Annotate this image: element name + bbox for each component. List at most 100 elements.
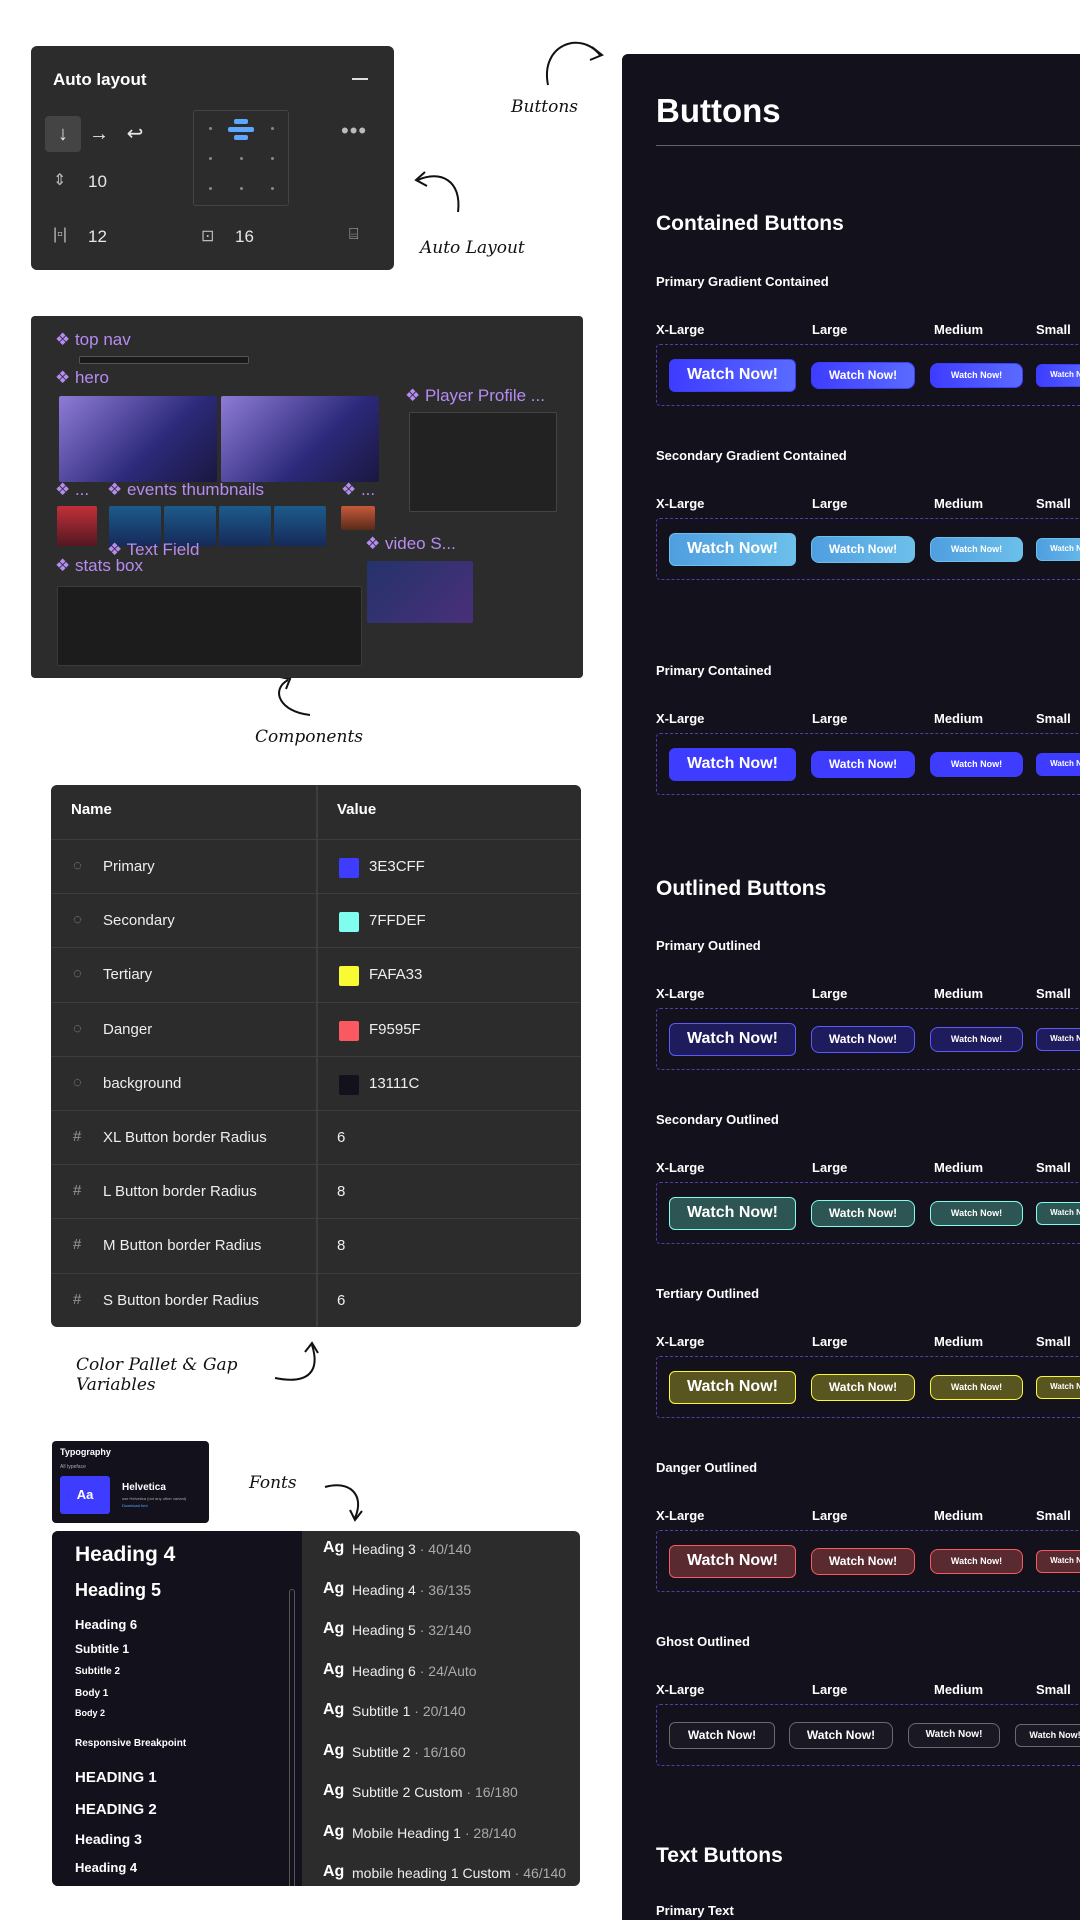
watch-now-button[interactable]: Watch Now! <box>669 1022 796 1056</box>
variable-value[interactable]: 6 <box>337 1129 345 1146</box>
watch-now-button[interactable]: Watch Now! <box>669 532 796 566</box>
watch-now-button[interactable]: Watch Now! <box>930 1026 1023 1052</box>
buttons-board: Buttons Contained Buttons Primary Gradien… <box>622 54 1080 1920</box>
watch-now-button[interactable]: Watch Now! <box>789 1721 893 1749</box>
variable-value[interactable]: F9595F <box>369 1021 421 1038</box>
independent-padding-icon[interactable]: ⌸ <box>349 226 359 244</box>
horizontal-padding-value[interactable]: 12 <box>88 227 107 247</box>
top-nav-thumbnail[interactable] <box>79 356 249 364</box>
preview-scrollbar[interactable] <box>289 1589 295 1886</box>
direction-horizontal-icon[interactable]: → <box>81 116 117 152</box>
variable-value[interactable]: 13111C <box>369 1075 419 1092</box>
component-label-stats-box[interactable]: ❖ stats box <box>55 556 143 576</box>
variable-row[interactable]: # XL Button border Radius 6 <box>51 1110 581 1164</box>
button-group-label: Secondary Gradient Contained <box>656 448 847 463</box>
size-label: Medium <box>934 711 984 726</box>
hero-thumbnail-2[interactable] <box>221 396 379 482</box>
component-label-video[interactable]: ❖ video S... <box>365 534 456 554</box>
watch-now-button[interactable]: Watch Now! <box>669 1721 775 1749</box>
number-icon: # <box>73 1236 82 1254</box>
watch-now-button[interactable]: Watch N <box>1036 1201 1080 1225</box>
watch-now-button[interactable]: Watch Now! <box>669 1544 796 1578</box>
component-label-events-thumbnails[interactable]: ❖ events thumbnails <box>107 480 264 500</box>
board-title: Buttons <box>656 92 781 129</box>
text-style-meta: 28/140 <box>473 1824 517 1841</box>
watch-now-button[interactable]: Watch Now! <box>908 1722 1000 1748</box>
watch-now-button[interactable]: Watch N <box>1036 363 1080 387</box>
variable-row[interactable]: ◌ background 13111C <box>51 1055 581 1110</box>
variable-value[interactable]: FAFA33 <box>369 966 422 983</box>
player-profile-thumbnail[interactable] <box>409 412 557 512</box>
variable-name: Danger <box>103 1020 153 1038</box>
watch-now-button[interactable]: Watch Now! <box>930 1374 1023 1400</box>
gap-value[interactable]: 10 <box>88 172 107 192</box>
text-style-item[interactable]: mobile heading 1 Custom · 46/140 <box>352 1865 566 1881</box>
variable-value[interactable]: 6 <box>337 1292 345 1309</box>
typography-sample: Subtitle 2 <box>75 1666 121 1677</box>
component-label-events-prefix[interactable]: ❖ ... <box>55 480 89 500</box>
watch-now-button[interactable]: Watch Now! <box>811 361 915 389</box>
variable-value[interactable]: 8 <box>337 1183 345 1200</box>
text-style-item[interactable]: Subtitle 2 Custom · 16/180 <box>352 1784 518 1800</box>
variable-value[interactable]: 3E3CFF <box>369 858 425 875</box>
video-thumbnail[interactable] <box>367 561 473 623</box>
watch-now-button[interactable]: Watch Now! <box>811 750 915 778</box>
watch-now-button[interactable]: Watch Now! <box>930 751 1023 777</box>
stats-box-thumbnail[interactable] <box>57 586 362 666</box>
watch-now-button[interactable]: Watch Now! <box>930 1200 1023 1226</box>
separator: · <box>410 1743 423 1760</box>
watch-now-button[interactable]: Watch Now! <box>930 536 1023 562</box>
watch-now-button[interactable]: Watch Now! <box>811 535 915 563</box>
download-font-link[interactable]: Download font <box>122 1503 148 1508</box>
watch-now-button[interactable]: Watch Now! <box>669 1196 796 1230</box>
text-style-item[interactable]: Heading 6 · 24/Auto <box>352 1663 477 1679</box>
remove-auto-layout-icon[interactable] <box>352 78 368 80</box>
component-label-top-nav[interactable]: ❖ top nav <box>55 330 131 350</box>
text-style-item[interactable]: Mobile Heading 1 · 28/140 <box>352 1825 516 1841</box>
event-thumbnail[interactable] <box>274 506 326 546</box>
component-label-hero[interactable]: ❖ hero <box>55 368 109 388</box>
watch-now-button[interactable]: Watch Now! <box>811 1025 915 1053</box>
variable-row[interactable]: # S Button border Radius 6 <box>51 1272 581 1327</box>
variable-row[interactable]: ◌ Danger F9595F <box>51 1001 581 1056</box>
watch-now-button[interactable]: Watch N <box>1036 1549 1080 1573</box>
variable-row[interactable]: ◌ Tertiary FAFA33 <box>51 947 581 1001</box>
event-thumbnail[interactable] <box>57 506 97 546</box>
text-style-item[interactable]: Heading 4 · 36/135 <box>352 1582 471 1598</box>
watch-now-button[interactable]: Watch Now! <box>1015 1723 1080 1747</box>
variable-row[interactable]: # M Button border Radius 8 <box>51 1218 581 1272</box>
text-style-item[interactable]: Subtitle 1 · 20/140 <box>352 1703 466 1719</box>
variable-row[interactable]: ◌ Secondary 7FFDEF <box>51 893 581 947</box>
text-style-item[interactable]: Subtitle 2 · 16/160 <box>352 1744 466 1760</box>
watch-now-button[interactable]: Watch Now! <box>811 1373 915 1401</box>
text-style-item[interactable]: Heading 3 · 40/140 <box>352 1541 471 1557</box>
component-label-player-profile[interactable]: ❖ Player Profile ... <box>405 386 545 406</box>
typography-sample: Body 1 <box>75 1688 109 1699</box>
watch-now-button[interactable]: Watch N <box>1036 537 1080 561</box>
watch-now-button[interactable]: Watch Now! <box>930 1548 1023 1574</box>
watch-now-button[interactable]: Watch N <box>1036 1375 1080 1399</box>
watch-now-button[interactable]: Watch Now! <box>811 1547 915 1575</box>
variable-value[interactable]: 7FFDEF <box>369 912 426 929</box>
watch-now-button[interactable]: Watch Now! <box>669 1370 796 1404</box>
text-style-icon: Ag <box>323 1782 345 1799</box>
more-options-icon[interactable]: ••• <box>341 118 367 144</box>
watch-now-button[interactable]: Watch Now! <box>811 1199 915 1227</box>
watch-now-button[interactable]: Watch Now! <box>669 747 796 781</box>
alignment-grid[interactable] <box>193 110 289 206</box>
direction-vertical-icon[interactable]: ↓ <box>45 116 81 152</box>
watch-now-button[interactable]: Watch Now! <box>930 362 1023 388</box>
variable-row[interactable]: # L Button border Radius 8 <box>51 1164 581 1218</box>
event-thumbnail[interactable] <box>341 506 375 530</box>
variable-value[interactable]: 8 <box>337 1237 345 1254</box>
text-style-item[interactable]: Heading 5 · 32/140 <box>352 1622 471 1638</box>
hero-thumbnail-1[interactable] <box>59 396 217 482</box>
vertical-padding-value[interactable]: 16 <box>235 227 254 247</box>
variable-row[interactable]: ◌ Primary 3E3CFF <box>51 839 581 893</box>
direction-wrap-icon[interactable]: ↩ <box>117 116 153 152</box>
watch-now-button[interactable]: Watch N <box>1036 1027 1080 1051</box>
component-label-events-suffix[interactable]: ❖ ... <box>341 480 375 500</box>
event-thumbnail[interactable] <box>219 506 271 546</box>
watch-now-button[interactable]: Watch Now! <box>669 358 796 392</box>
watch-now-button[interactable]: Watch N <box>1036 752 1080 776</box>
